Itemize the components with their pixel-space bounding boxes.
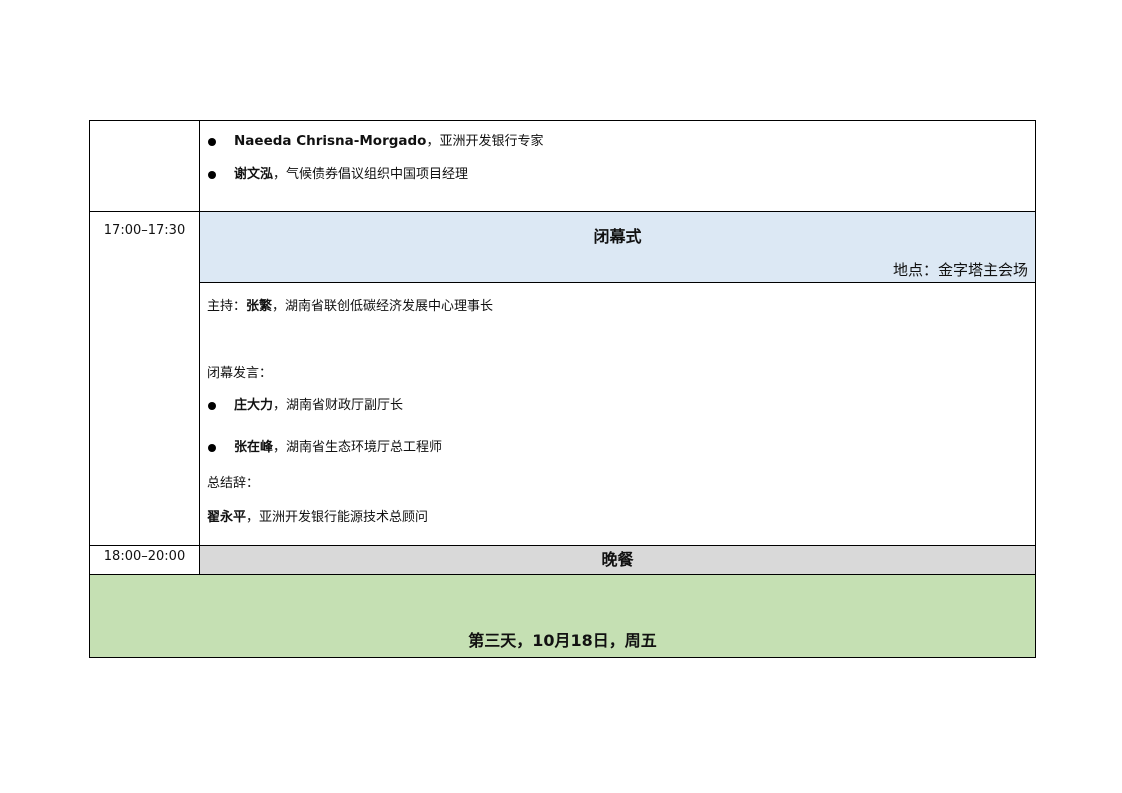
summary-line: 翟永平，亚洲开发银行能源技术总顾问	[200, 506, 1035, 525]
closing-time-cell: 17:00–17:30	[89, 211, 200, 546]
agenda-page: Naeeda Chrisna-Morgado，亚洲开发银行专家 谢文泓，气候债券…	[0, 0, 1122, 793]
bullet-icon	[208, 171, 216, 179]
speaker-title: 气候债券倡议组织中国项目经理	[286, 167, 469, 182]
closing-ceremony-body: 主持：张繁，湖南省联创低碳经济发展中心理事长 闭幕发言： 庄大力，湖南省财政厅副…	[199, 282, 1036, 546]
speaker-separator: ，	[426, 134, 440, 149]
dinner-title: 晚餐	[199, 545, 1036, 575]
agenda-table: Naeeda Chrisna-Morgado，亚洲开发银行专家 谢文泓，气候债券…	[89, 120, 1036, 658]
day-header-cell: 第三天，10月18日，周五	[89, 574, 1036, 658]
day-header-row: 第三天，10月18日，周五	[89, 574, 1036, 658]
summary-title: ，亚洲开发银行能源技术总顾问	[246, 510, 429, 525]
list-item: 庄大力，湖南省财政厅副厅长	[200, 389, 1035, 422]
host-label: 主持：	[207, 299, 247, 314]
session-time: 17:00–17:30	[103, 223, 186, 238]
speech-label: 闭幕发言：	[207, 366, 273, 381]
speaker-separator: ，	[273, 167, 287, 182]
dinner-row: 18:00–20:00 晚餐	[89, 545, 1036, 575]
summary-name: 翟永平	[207, 510, 247, 525]
bullet-icon	[208, 138, 216, 146]
speaker-name: 张在峰	[234, 440, 274, 455]
session-title: 闭幕式	[593, 227, 642, 246]
summary-label: 总结辞：	[207, 476, 260, 491]
panel-speakers-cell: Naeeda Chrisna-Morgado，亚洲开发银行专家 谢文泓，气候债券…	[199, 120, 1036, 212]
host-line: 主持：张繁，湖南省联创低碳经济发展中心理事长	[200, 295, 1035, 314]
time-cell-empty	[89, 120, 200, 212]
speaker-name: 谢文泓	[234, 167, 274, 182]
speaker-name: Naeeda Chrisna-Morgado	[234, 133, 427, 149]
panel-continuation-row: Naeeda Chrisna-Morgado，亚洲开发银行专家 谢文泓，气候债券…	[89, 120, 1036, 212]
host-name: 张繁	[246, 299, 273, 314]
list-item: 张在峰，湖南省生态环境厅总工程师	[200, 431, 1035, 464]
session-venue: 地点：金字塔主会场	[892, 261, 1028, 279]
speaker-title: ，湖南省生态环境厅总工程师	[273, 440, 443, 455]
list-item: 谢文泓，气候债券倡议组织中国项目经理	[200, 158, 1035, 191]
list-item: Naeeda Chrisna-Morgado，亚洲开发银行专家	[200, 125, 1035, 158]
closing-ceremony-body-row: 主持：张繁，湖南省联创低碳经济发展中心理事长 闭幕发言： 庄大力，湖南省财政厅副…	[90, 282, 1036, 546]
bullet-icon	[208, 402, 216, 410]
closing-ceremony-header-row: 17:00–17:30 闭幕式 地点：金字塔主会场	[89, 211, 1036, 546]
day-title: 第三天，10月18日，周五	[468, 631, 657, 650]
host-title: ，湖南省联创低碳经济发展中心理事长	[272, 299, 494, 314]
bullet-icon	[208, 444, 216, 452]
closing-ceremony-header: 闭幕式 地点：金字塔主会场	[199, 211, 1036, 283]
dinner-time-cell: 18:00–20:00	[89, 545, 200, 575]
speaker-name: 庄大力	[234, 398, 274, 413]
session-time: 18:00–20:00	[103, 549, 186, 564]
speaker-title: ，湖南省财政厅副厅长	[273, 398, 404, 413]
speaker-title: 亚洲开发银行专家	[439, 134, 544, 149]
